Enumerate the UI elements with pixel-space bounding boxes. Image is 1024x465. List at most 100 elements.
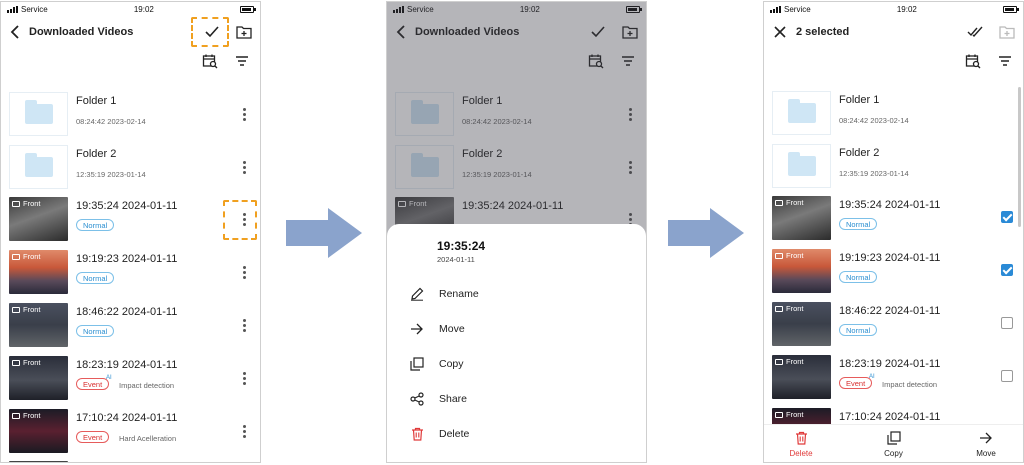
camera-label: Front	[23, 358, 41, 367]
screen-downloaded-videos: Service 19:02 Downloaded Videos Folder 1…	[0, 1, 261, 463]
list-item: Folder 1 08:24:42 2023-02-14	[764, 91, 1023, 143]
list-item[interactable]: Folder 2 12:35:19 2023-01-14	[1, 145, 260, 197]
battery-icon	[240, 5, 256, 13]
flow-arrow	[668, 208, 744, 258]
signal-icon	[7, 5, 18, 13]
camera-icon	[775, 305, 783, 312]
list-item[interactable]: Front 18:46:22 2024-01-11 Normal	[764, 302, 1023, 354]
copy-label: Copy	[439, 358, 464, 370]
copy-button[interactable]: Copy	[869, 425, 919, 462]
delete-button[interactable]: Delete	[776, 425, 826, 462]
delete-action[interactable]: Delete	[409, 424, 469, 444]
camera-icon	[12, 412, 20, 419]
list-item[interactable]: Front 19:35:24 2024-01-11 Normal	[1, 197, 260, 249]
close-icon[interactable]	[772, 24, 788, 40]
camera-label: Front	[23, 305, 41, 314]
video-thumbnail	[9, 461, 68, 462]
folder-icon	[787, 152, 816, 176]
item-date: 08:24:42 2023-02-14	[76, 117, 146, 126]
item-title: Folder 1	[76, 95, 117, 107]
list-item[interactable]: Front 19:35:24 2024-01-11 Normal	[764, 196, 1023, 248]
copy-action[interactable]: Copy	[409, 354, 464, 374]
status-badge: Event	[76, 378, 110, 390]
rename-action[interactable]: Rename	[409, 284, 479, 304]
new-folder-icon[interactable]	[236, 24, 252, 40]
status-badge: Normal	[839, 324, 878, 336]
status-bar: Service 19:02	[1, 2, 260, 16]
status-badge: Normal	[76, 272, 115, 284]
move-label: Move	[439, 323, 465, 335]
item-checkbox[interactable]	[1001, 370, 1013, 382]
list-item[interactable]: Front 18:23:19 2024-01-11 Event AI Impac…	[1, 356, 260, 408]
list-item[interactable]: Front 19:19:23 2024-01-11 Normal	[1, 250, 260, 302]
ai-tag: AI	[869, 374, 875, 380]
pencil-icon	[409, 286, 425, 302]
folder-thumbnail	[772, 144, 831, 188]
folder-thumbnail	[772, 91, 831, 135]
camera-icon	[775, 199, 783, 206]
item-title: 19:35:24 2024-01-11	[76, 200, 178, 212]
item-title: 18:23:19 2024-01-11	[76, 359, 178, 371]
more-options-icon[interactable]	[238, 423, 250, 439]
item-title: 18:46:22 2024-01-11	[839, 305, 941, 317]
camera-icon	[775, 252, 783, 259]
camera-label: Front	[786, 251, 804, 260]
item-title: 19:19:23 2024-01-11	[839, 252, 941, 264]
more-options-icon[interactable]	[238, 106, 250, 122]
calendar-search-icon[interactable]	[202, 53, 218, 69]
video-thumbnail: Front	[772, 196, 831, 240]
status-badge: Normal	[76, 325, 115, 337]
camera-icon	[12, 306, 20, 313]
copy-label: Copy	[884, 448, 903, 458]
list-item[interactable]: Folder 1 08:24:42 2023-02-14	[1, 92, 260, 144]
camera-label: Front	[786, 198, 804, 207]
event-description: Hard Acelleration	[119, 434, 177, 443]
status-badge: Normal	[76, 219, 115, 231]
highlight-more-options	[223, 200, 257, 240]
video-thumbnail: Front	[9, 197, 68, 241]
sheet-title: 19:35:24	[437, 239, 486, 253]
status-badge: Normal	[839, 218, 878, 230]
copy-icon	[886, 430, 902, 446]
screen-selection-mode: Service 19:02 2 selected Folder 1 08:24:…	[763, 1, 1024, 463]
video-thumbnail: Front	[9, 250, 68, 294]
delete-label: Delete	[439, 428, 470, 440]
status-badge: Event	[76, 431, 110, 443]
calendar-search-icon[interactable]	[965, 53, 981, 69]
camera-label: Front	[23, 411, 41, 420]
filter-icon[interactable]	[234, 53, 250, 69]
item-checkbox[interactable]	[1001, 211, 1013, 223]
camera-label: Front	[786, 410, 804, 419]
video-thumbnail: Front	[9, 409, 68, 453]
item-date: 12:35:19 2023-01-14	[76, 170, 146, 179]
arrow-right-icon	[409, 321, 425, 337]
camera-icon	[12, 200, 20, 207]
select-all-icon[interactable]	[967, 24, 983, 40]
item-checkbox[interactable]	[1001, 317, 1013, 329]
app-header: 2 selected	[764, 16, 1023, 48]
page-title: Downloaded Videos	[29, 26, 134, 38]
share-action[interactable]: Share	[409, 389, 467, 409]
filter-icon[interactable]	[997, 53, 1013, 69]
back-icon[interactable]	[7, 24, 23, 40]
move-action[interactable]: Move	[409, 319, 465, 339]
more-options-icon[interactable]	[238, 264, 250, 280]
list-item-partial	[1, 461, 260, 462]
status-badge: Event	[839, 377, 873, 389]
list-item[interactable]: Front 17:10:24 2024-01-11 Event Hard Ace…	[1, 409, 260, 461]
more-options-icon[interactable]	[238, 317, 250, 333]
list-item[interactable]: Front 18:23:19 2024-01-11 Event AI Impac…	[764, 355, 1023, 407]
clock: 19:02	[896, 4, 917, 14]
move-button[interactable]: Move	[961, 425, 1011, 462]
list-item[interactable]: Front 18:46:22 2024-01-11 Normal	[1, 303, 260, 355]
list-item[interactable]: Front 19:19:23 2024-01-11 Normal	[764, 249, 1023, 301]
item-title: 18:23:19 2024-01-11	[839, 358, 941, 370]
trash-icon	[409, 426, 425, 442]
folder-icon	[24, 100, 53, 124]
more-options-icon[interactable]	[238, 370, 250, 386]
item-checkbox[interactable]	[1001, 264, 1013, 276]
video-thumbnail: Front	[772, 355, 831, 399]
more-options-icon[interactable]	[238, 159, 250, 175]
folder-thumbnail	[9, 92, 68, 136]
flow-arrow	[286, 208, 362, 258]
